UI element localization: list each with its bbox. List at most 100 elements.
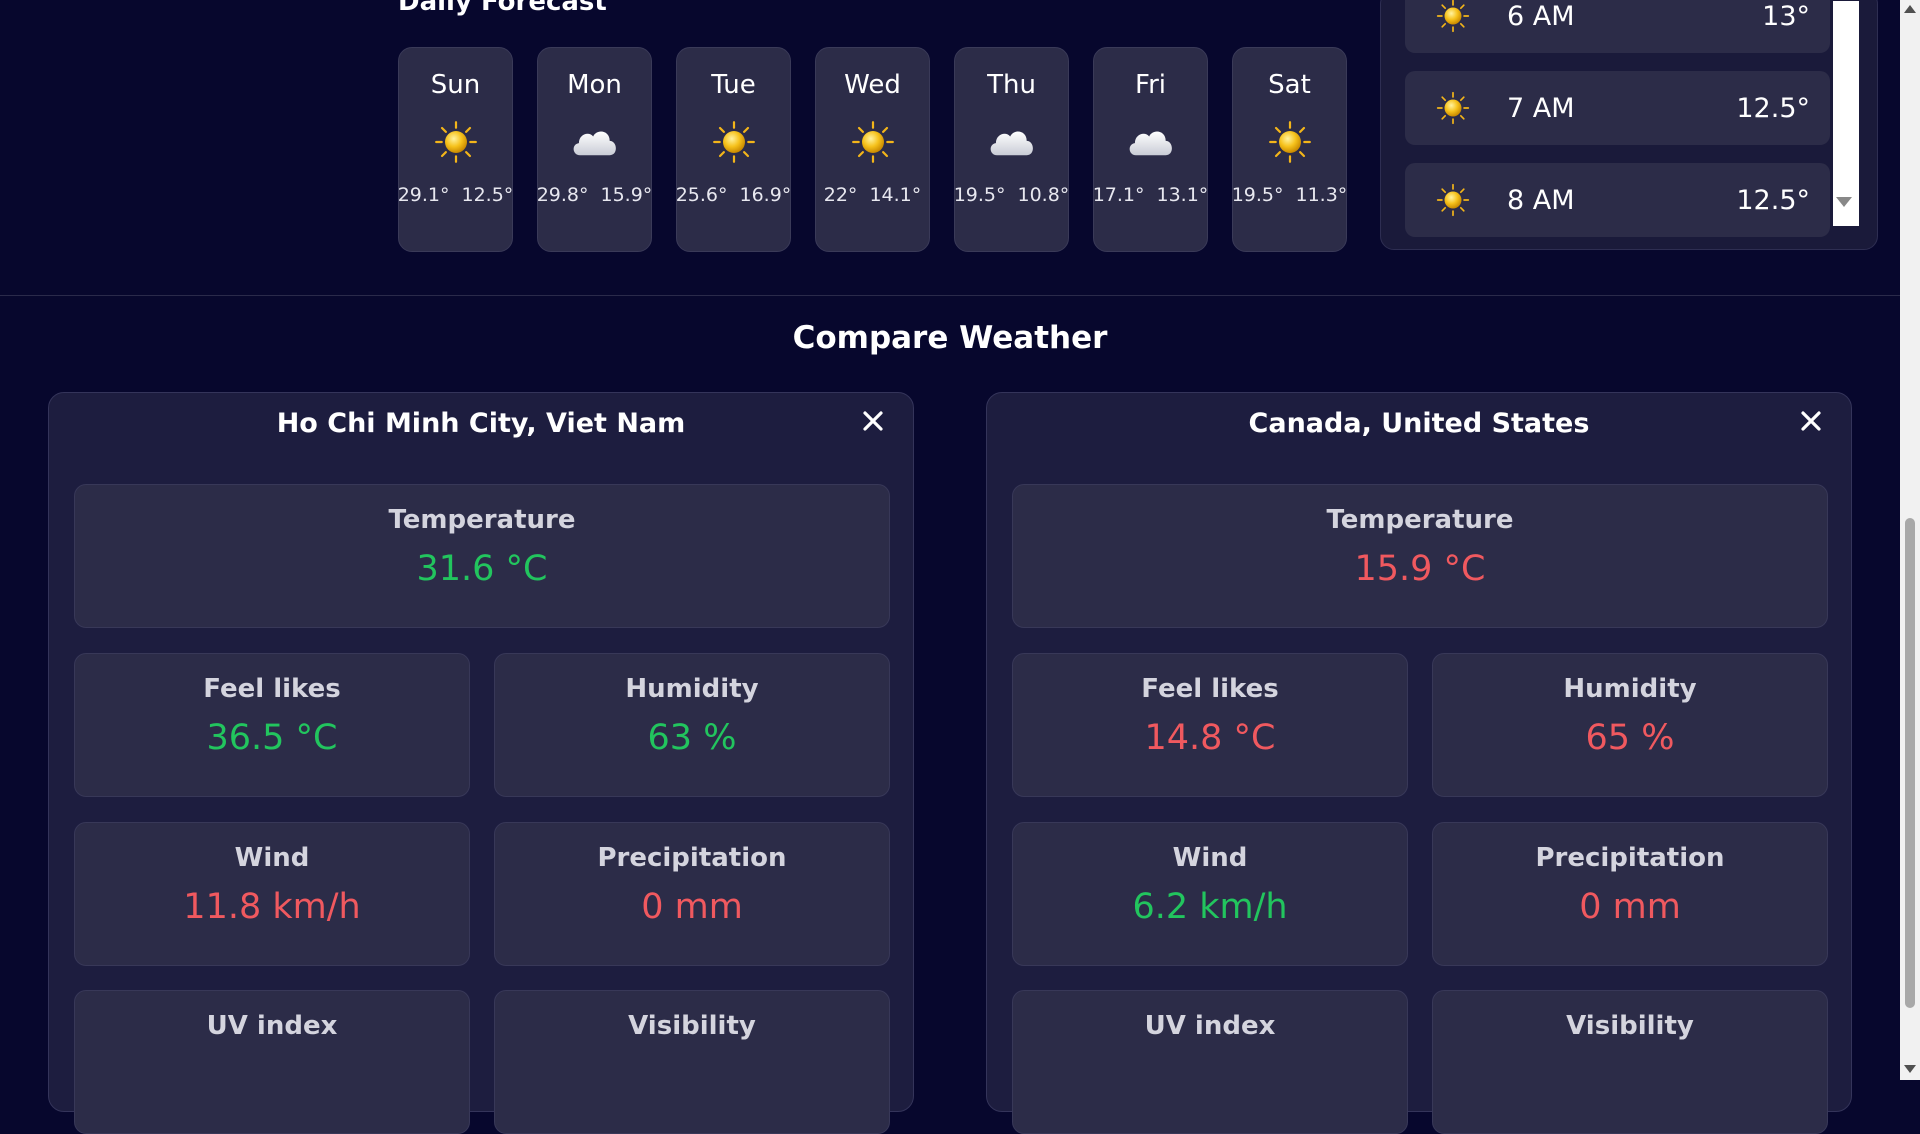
sun-icon bbox=[712, 120, 756, 164]
cloud-icon bbox=[569, 120, 620, 164]
city-name: Ho Chi Minh City, Viet Nam bbox=[276, 408, 686, 439]
scroll-down-arrow-icon[interactable] bbox=[1836, 197, 1852, 207]
day-card-wed[interactable]: Wed 22° 14.1° bbox=[815, 47, 930, 252]
day-low-temp: 11.3° bbox=[1295, 184, 1348, 206]
sun-icon bbox=[1435, 0, 1471, 33]
day-card-tue[interactable]: Tue 25.6° 16.9° bbox=[676, 47, 791, 252]
temperature-card: Temperature 31.6 °C bbox=[74, 484, 890, 628]
city-card-2: Canada, United States Temperature 15.9 °… bbox=[986, 392, 1852, 1134]
daily-forecast-list: Sun 29.1° 12.5° Mon 29.8° 15.9° Tue 25.6° 16.9° W… bbox=[398, 47, 1347, 252]
metric-label: Feel likes bbox=[203, 674, 341, 704]
metric-label: Precipitation bbox=[597, 843, 787, 873]
day-card-fri[interactable]: Fri 17.1° 13.1° bbox=[1093, 47, 1208, 252]
day-temps: 29.8° 15.9° bbox=[537, 184, 653, 206]
feel-likes-value: 36.5 °C bbox=[206, 718, 338, 758]
day-low-temp: 12.5° bbox=[461, 184, 514, 206]
day-temps: 19.5° 10.8° bbox=[954, 184, 1070, 206]
day-card-mon[interactable]: Mon 29.8° 15.9° bbox=[537, 47, 652, 252]
day-high-temp: 25.6° bbox=[675, 184, 728, 206]
metric-label: Visibility bbox=[1566, 1011, 1694, 1041]
feel-likes-value: 14.8 °C bbox=[1144, 718, 1276, 758]
precipitation-card: Precipitation 0 mm bbox=[1432, 822, 1828, 966]
hourly-scrollbar[interactable] bbox=[1833, 1, 1859, 226]
sun-icon bbox=[851, 120, 895, 164]
day-temps: 29.1° 12.5° bbox=[398, 184, 514, 206]
hour-time: 6 AM bbox=[1507, 0, 1575, 32]
day-high-temp: 29.8° bbox=[536, 184, 589, 206]
day-name: Fri bbox=[1135, 70, 1166, 100]
wind-value: 11.8 km/h bbox=[183, 887, 361, 927]
compare-weather-title: Compare Weather bbox=[792, 320, 1108, 356]
metric-label: Humidity bbox=[625, 674, 759, 704]
sun-icon bbox=[1435, 183, 1471, 217]
section-divider bbox=[0, 295, 1900, 296]
day-card-sun[interactable]: Sun 29.1° 12.5° bbox=[398, 47, 513, 252]
metric-label: Humidity bbox=[1563, 674, 1697, 704]
close-icon[interactable] bbox=[1796, 406, 1826, 436]
visibility-card: Visibility bbox=[1432, 990, 1828, 1134]
hour-time: 8 AM bbox=[1507, 184, 1575, 216]
day-low-temp: 14.1° bbox=[869, 184, 922, 206]
day-high-temp: 22° bbox=[823, 184, 858, 206]
humidity-value: 63 % bbox=[647, 718, 737, 758]
wind-card: Wind 11.8 km/h bbox=[74, 822, 470, 966]
sun-icon bbox=[1435, 91, 1471, 125]
hourly-row[interactable]: 6 AM 13° bbox=[1405, 0, 1830, 53]
temperature-card: Temperature 15.9 °C bbox=[1012, 484, 1828, 628]
sun-icon bbox=[434, 120, 478, 164]
metric-label: UV index bbox=[1144, 1011, 1276, 1041]
city-name: Canada, United States bbox=[1248, 408, 1590, 439]
metric-label: UV index bbox=[206, 1011, 338, 1041]
visibility-card: Visibility bbox=[494, 990, 890, 1134]
hour-temp: 13° bbox=[1762, 0, 1810, 32]
feel-likes-card: Feel likes 14.8 °C bbox=[1012, 653, 1408, 797]
cloud-icon bbox=[986, 120, 1037, 164]
hour-temp: 12.5° bbox=[1736, 92, 1810, 124]
page-scrollbar-thumb[interactable] bbox=[1905, 518, 1915, 1008]
day-temps: 19.5° 11.3° bbox=[1232, 184, 1348, 206]
precipitation-value: 0 mm bbox=[1579, 887, 1681, 927]
day-high-temp: 29.1° bbox=[397, 184, 450, 206]
metric-label: Wind bbox=[1172, 843, 1248, 873]
precipitation-card: Precipitation 0 mm bbox=[494, 822, 890, 966]
daily-forecast-title: Daily Forecast bbox=[398, 0, 607, 17]
day-temps: 25.6° 16.9° bbox=[676, 184, 792, 206]
humidity-card: Humidity 65 % bbox=[1432, 653, 1828, 797]
day-low-temp: 15.9° bbox=[600, 184, 653, 206]
day-low-temp: 16.9° bbox=[739, 184, 792, 206]
day-card-sat[interactable]: Sat 19.5° 11.3° bbox=[1232, 47, 1347, 252]
city-card-1: Ho Chi Minh City, Viet Nam Temperature 3… bbox=[48, 392, 914, 1134]
day-high-temp: 19.5° bbox=[1231, 184, 1284, 206]
metric-label: Visibility bbox=[628, 1011, 756, 1041]
cloud-icon bbox=[1125, 120, 1176, 164]
day-name: Tue bbox=[711, 70, 756, 100]
hourly-row[interactable]: 7 AM 12.5° bbox=[1405, 71, 1830, 145]
sun-icon bbox=[1268, 120, 1312, 164]
day-name: Sat bbox=[1268, 70, 1311, 100]
scroll-down-arrow-icon[interactable] bbox=[1904, 1065, 1916, 1073]
metric-label: Feel likes bbox=[1141, 674, 1279, 704]
humidity-value: 65 % bbox=[1585, 718, 1675, 758]
day-name: Thu bbox=[987, 70, 1036, 100]
close-icon[interactable] bbox=[858, 406, 888, 436]
wind-card: Wind 6.2 km/h bbox=[1012, 822, 1408, 966]
day-temps: 22° 14.1° bbox=[824, 184, 922, 206]
hourly-forecast-panel[interactable]: 6 AM 13° 7 AM 12.5° 8 AM 12.5° bbox=[1380, 0, 1878, 250]
temperature-value: 15.9 °C bbox=[1354, 549, 1486, 589]
day-name: Mon bbox=[567, 70, 622, 100]
humidity-card: Humidity 63 % bbox=[494, 653, 890, 797]
day-high-temp: 17.1° bbox=[1092, 184, 1145, 206]
metric-label: Temperature bbox=[1326, 505, 1514, 535]
day-temps: 17.1° 13.1° bbox=[1093, 184, 1209, 206]
scroll-up-arrow-icon[interactable] bbox=[1904, 5, 1916, 13]
day-name: Wed bbox=[844, 70, 901, 100]
hour-temp: 12.5° bbox=[1736, 184, 1810, 216]
day-card-thu[interactable]: Thu 19.5° 10.8° bbox=[954, 47, 1069, 252]
hourly-row[interactable]: 8 AM 12.5° bbox=[1405, 163, 1830, 237]
hour-time: 7 AM bbox=[1507, 92, 1575, 124]
wind-value: 6.2 km/h bbox=[1132, 887, 1288, 927]
day-name: Sun bbox=[430, 70, 481, 100]
metric-label: Temperature bbox=[388, 505, 576, 535]
temperature-value: 31.6 °C bbox=[416, 549, 548, 589]
day-low-temp: 13.1° bbox=[1156, 184, 1209, 206]
